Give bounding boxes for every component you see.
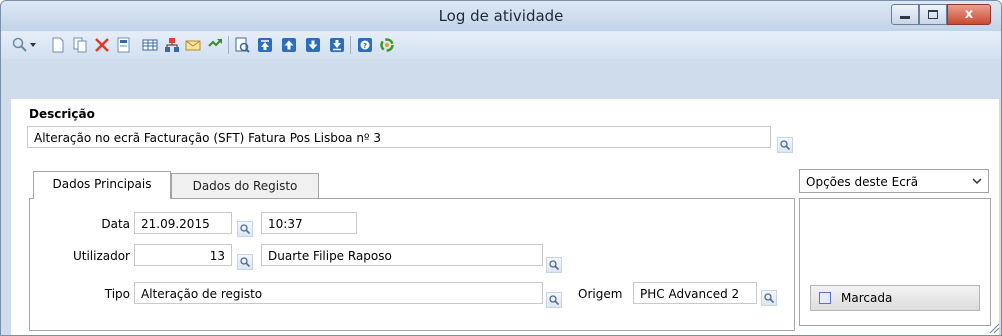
form-content: Descrição Alteração no ecrã Facturação (…	[11, 99, 999, 335]
origem-lookup-button[interactable]	[761, 290, 777, 306]
search-icon	[764, 293, 774, 303]
previous-record-icon	[282, 38, 296, 52]
hierarchy-icon	[165, 38, 179, 52]
copy-button[interactable]	[71, 36, 89, 54]
refresh-button[interactable]	[206, 36, 224, 54]
tab-dados-do-registo[interactable]: Dados do Registo	[171, 173, 319, 199]
tipo-lookup-button[interactable]	[546, 292, 562, 308]
hora-field[interactable]: 10:37	[261, 212, 357, 234]
next-record-button[interactable]	[304, 36, 322, 54]
last-record-icon	[330, 38, 344, 52]
chevron-down-icon	[30, 43, 36, 47]
grid-icon	[142, 39, 158, 51]
descricao-lookup-button[interactable]	[777, 137, 793, 153]
minimize-icon	[900, 16, 910, 19]
descricao-field[interactable]: Alteração no ecrã Facturação (SFT) Fatur…	[27, 126, 771, 148]
search-icon	[780, 140, 790, 150]
dados-principais-panel: Data 21.09.2015 10:37 Utilizador 13 Duar…	[29, 198, 795, 331]
maximize-icon	[928, 10, 938, 19]
new-button[interactable]	[49, 36, 67, 54]
print-preview-icon	[235, 37, 250, 53]
utilizador-number-field[interactable]: 13	[134, 244, 232, 266]
toolbar-separator	[228, 36, 229, 54]
opcoes-select-label: Opções deste Ecrã	[806, 175, 919, 189]
search-icon	[549, 260, 559, 270]
descricao-label: Descrição	[29, 107, 95, 121]
message-button[interactable]	[184, 36, 202, 54]
delete-button[interactable]	[93, 36, 111, 54]
first-record-icon	[258, 38, 272, 52]
utilizador-name-field[interactable]: Duarte Filipe Raposo	[261, 244, 543, 266]
log-window: Log de atividade x ? Descrição Alteração…	[0, 0, 1002, 336]
marcada-checkbox-icon	[819, 292, 831, 304]
resize-grip-icon[interactable]	[988, 322, 1000, 334]
chevron-down-icon	[972, 178, 982, 185]
origem-field[interactable]: PHC Advanced 2	[633, 282, 757, 304]
close-icon: x	[964, 7, 974, 22]
first-record-button[interactable]	[256, 36, 274, 54]
new-document-icon	[52, 37, 64, 53]
search-button[interactable]	[11, 36, 29, 54]
utilizador-label: Utilizador	[72, 249, 130, 263]
grid-button[interactable]	[141, 36, 159, 54]
data-label: Data	[101, 217, 130, 231]
marcada-label: Marcada	[841, 291, 893, 305]
data-lookup-button[interactable]	[237, 221, 253, 237]
tipo-label: Tipo	[104, 287, 130, 301]
last-record-button[interactable]	[328, 36, 346, 54]
envelope-icon	[185, 40, 201, 51]
toolbar-separator	[350, 36, 351, 54]
marcada-button[interactable]: Marcada	[810, 285, 980, 311]
data-field[interactable]: 21.09.2015	[134, 212, 232, 234]
tipo-field[interactable]: Alteração de registo	[134, 282, 543, 304]
refresh-icon	[208, 39, 222, 47]
window-controls: x	[891, 4, 991, 25]
previous-record-button[interactable]	[280, 36, 298, 54]
utilizador-lookup-button[interactable]	[237, 254, 253, 270]
search-icon	[240, 257, 250, 267]
next-record-icon	[306, 38, 320, 52]
search-icon	[549, 295, 559, 305]
origem-label: Origem	[578, 287, 623, 301]
utilizador-name-lookup-button[interactable]	[546, 257, 562, 273]
help-button[interactable]: ?	[356, 36, 374, 54]
search-icon	[240, 224, 250, 234]
search-dropdown[interactable]	[28, 36, 38, 54]
sync-icon	[380, 38, 394, 52]
close-button[interactable]: x	[947, 4, 991, 25]
toolbar: ?	[1, 31, 1001, 59]
title-bar: Log de atividade x	[1, 1, 1001, 31]
edit-form-icon	[117, 37, 130, 53]
options-button[interactable]	[378, 36, 396, 54]
edit-button[interactable]	[115, 36, 133, 54]
opcoes-panel: Marcada	[799, 198, 991, 326]
window-title: Log de atividade	[438, 7, 564, 25]
maximize-button[interactable]	[919, 4, 947, 25]
svg-text:?: ?	[363, 42, 367, 50]
search-icon	[12, 37, 27, 52]
preview-button[interactable]	[233, 36, 251, 54]
help-icon: ?	[358, 38, 372, 52]
hierarchy-button[interactable]	[163, 36, 181, 54]
minimize-button[interactable]	[891, 4, 919, 25]
opcoes-select[interactable]: Opções deste Ecrã	[799, 169, 989, 193]
tab-dados-principais[interactable]: Dados Principais	[33, 171, 171, 199]
copy-icon	[73, 37, 87, 53]
delete-icon	[95, 38, 109, 52]
